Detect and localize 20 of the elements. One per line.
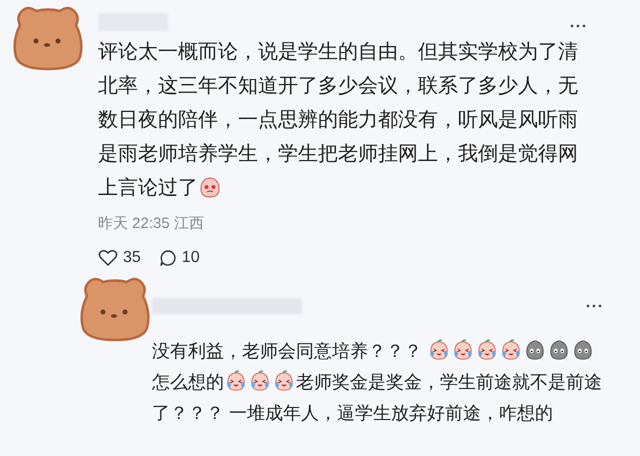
more-icon[interactable] — [570, 24, 586, 28]
frowning-face-icon — [572, 338, 594, 360]
laughing-tears-face-icon — [452, 338, 474, 360]
frowning-face-icon — [524, 338, 546, 360]
speech-bubble-icon — [158, 248, 177, 266]
comment-text: 没有利益，老师会同意培养？？？ 怎么想的 老师奖金是奖金，学生前途就不是前途了？？？ 一堆成年人，逼学生放弃好前途，咋想的 — [152, 338, 602, 424]
more-icon[interactable] — [586, 304, 602, 308]
comment-text: 评论太一概而论，说是学生的自由。但其实学校为了清北率，这三年不知道开了多少会议，联系了多少人，无数日夜的陪伴，一点思辨的能力都没有，听风是风听雨是雨老师培养学生，学生把老师挂网上，我倒是觉得网上言论过了 — [98, 40, 579, 201]
heart-icon — [98, 248, 118, 266]
blushing-face-icon — [199, 176, 221, 198]
like-button[interactable]: 35 — [98, 246, 141, 270]
frowning-face-icon — [548, 338, 570, 360]
laughing-tears-face-icon — [428, 338, 450, 360]
laughing-tears-face-icon — [225, 370, 247, 392]
laughing-tears-face-icon — [476, 338, 498, 360]
reply-button[interactable]: 10 — [158, 246, 200, 270]
laughing-tears-face-icon — [500, 338, 522, 360]
comment-meta: 昨天 22:35 江西 — [98, 214, 205, 234]
laughing-tears-face-icon — [249, 370, 271, 392]
laughing-tears-face-icon — [273, 370, 295, 392]
